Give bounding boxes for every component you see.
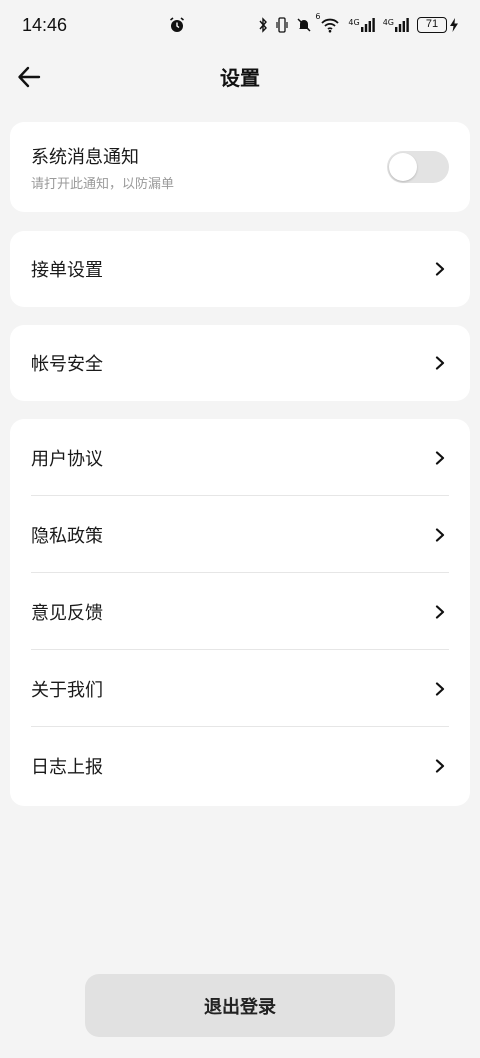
- chevron-right-icon: [432, 681, 448, 697]
- signal-4g-icon: 4G: [348, 18, 375, 32]
- chevron-right-icon: [432, 604, 448, 620]
- order-settings-card: 接单设置: [10, 231, 470, 307]
- toggle-knob: [389, 153, 417, 181]
- alarm-icon: [170, 17, 185, 32]
- status-icons: 6 4G 4G 71: [168, 12, 458, 34]
- menu-item-account-security[interactable]: 帐号安全: [10, 325, 470, 401]
- account-security-card: 帐号安全: [10, 325, 470, 401]
- bluetooth-icon: [259, 17, 268, 33]
- menu-item-feedback[interactable]: 意见反馈: [10, 573, 470, 650]
- chevron-right-icon: [432, 527, 448, 543]
- chevron-right-icon: [432, 261, 448, 277]
- signal-4g-icon: 4G: [383, 18, 409, 32]
- info-card: 用户协议 隐私政策 意见反馈 关于我们 日志上报: [10, 419, 470, 806]
- battery-icon: 71: [417, 17, 458, 33]
- menu-item-label: 意见反馈: [31, 602, 103, 624]
- mute-icon: [297, 18, 311, 32]
- arrow-left-icon: [18, 66, 41, 88]
- wifi-icon: [321, 18, 340, 33]
- menu-item-order-settings[interactable]: 接单设置: [10, 231, 470, 307]
- chevron-right-icon: [432, 450, 448, 466]
- wifi-label: 6: [315, 12, 321, 21]
- menu-item-label: 接单设置: [31, 260, 103, 281]
- chevron-right-icon: [432, 355, 448, 371]
- menu-item-label: 关于我们: [31, 679, 103, 701]
- status-bar: 14:46 6 4G 4G 71: [0, 0, 480, 50]
- vibrate-icon: [276, 17, 289, 33]
- back-button[interactable]: [12, 60, 46, 94]
- menu-item-privacy-policy[interactable]: 隐私政策: [10, 496, 470, 573]
- notification-subtitle: 请打开此通知，以防漏单: [31, 176, 175, 192]
- menu-item-log-report[interactable]: 日志上报: [10, 727, 470, 804]
- charging-icon: [450, 18, 458, 32]
- menu-item-label: 日志上报: [31, 756, 103, 778]
- chevron-right-icon: [432, 758, 448, 774]
- notification-row: 系统消息通知 请打开此通知，以防漏单: [10, 122, 470, 212]
- menu-item-about-us[interactable]: 关于我们: [10, 650, 470, 727]
- menu-item-label: 帐号安全: [31, 354, 103, 375]
- battery-level: 71: [417, 17, 447, 33]
- page-title: 设置: [220, 65, 260, 90]
- header: 设置: [0, 52, 480, 100]
- menu-item-label: 隐私政策: [31, 525, 103, 547]
- menu-item-user-agreement[interactable]: 用户协议: [10, 419, 470, 496]
- menu-item-label: 用户协议: [31, 448, 103, 470]
- notification-card: 系统消息通知 请打开此通知，以防漏单: [10, 122, 470, 212]
- status-time: 14:46: [22, 14, 68, 35]
- notification-toggle[interactable]: [387, 151, 449, 183]
- logout-button[interactable]: 退出登录: [85, 974, 395, 1037]
- notification-title: 系统消息通知: [31, 146, 139, 168]
